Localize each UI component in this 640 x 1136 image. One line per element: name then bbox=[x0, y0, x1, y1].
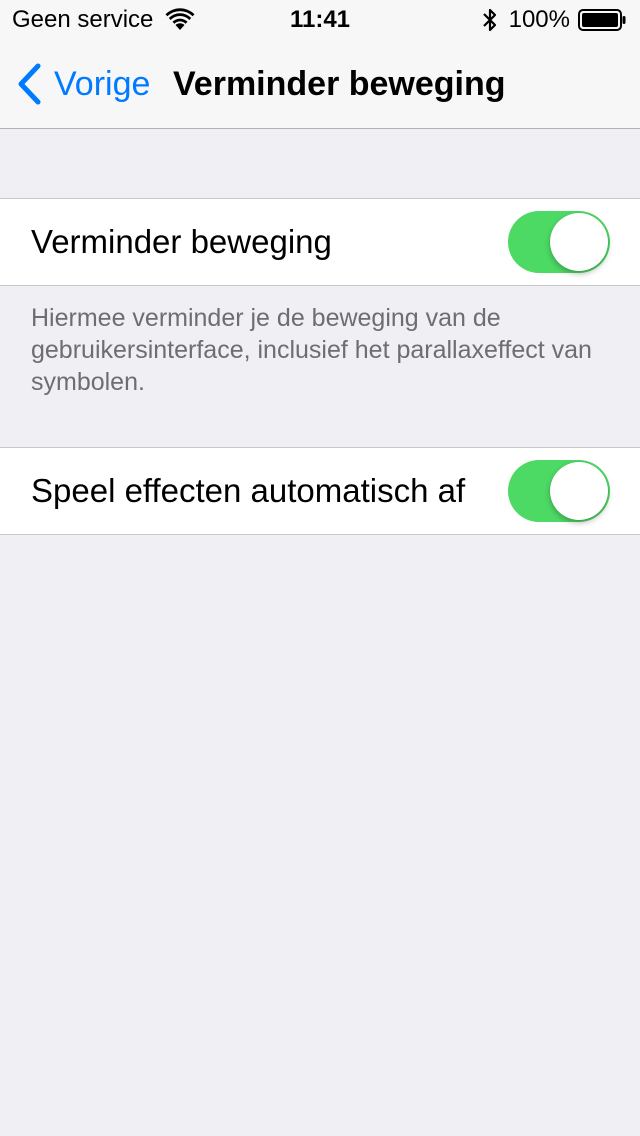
back-button[interactable]: Vorige bbox=[16, 62, 150, 106]
toggle-knob bbox=[550, 213, 608, 271]
reduce-motion-toggle[interactable] bbox=[508, 211, 610, 273]
battery-percent: 100% bbox=[508, 6, 570, 33]
status-bar: Geen service 11:41 100% bbox=[0, 0, 640, 40]
auto-play-effects-label: Speel effecten automatisch af bbox=[31, 472, 466, 509]
reduce-motion-label: Verminder beweging bbox=[31, 223, 332, 260]
battery-icon bbox=[578, 9, 626, 31]
navigation-bar: Vorige Verminder beweging bbox=[0, 40, 640, 129]
toggle-knob bbox=[550, 462, 608, 520]
bluetooth-icon bbox=[482, 8, 496, 32]
back-button-label: Vorige bbox=[54, 64, 151, 103]
reduce-motion-description: Hiermee verminder je de beweging van de … bbox=[31, 304, 592, 396]
auto-play-effects-toggle[interactable] bbox=[508, 460, 610, 522]
reduce-motion-cell: Verminder beweging bbox=[0, 198, 640, 286]
page-title: Verminder beweging bbox=[173, 65, 506, 103]
auto-play-effects-cell: Speel effecten automatisch af bbox=[0, 447, 640, 535]
status-right: 100% bbox=[481, 6, 626, 34]
chevron-left-icon bbox=[18, 63, 41, 105]
